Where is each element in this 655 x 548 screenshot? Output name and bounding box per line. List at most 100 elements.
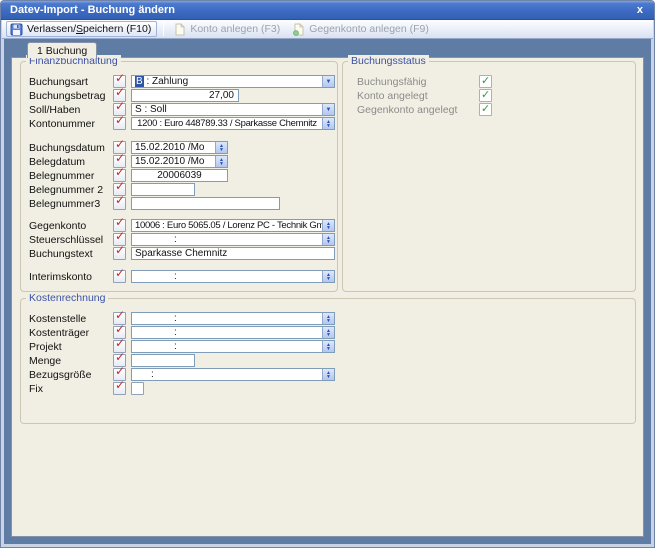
red-check-icon: ✓	[115, 86, 125, 99]
buchungstext-enable-toggle[interactable]: ✓	[113, 247, 126, 260]
red-check-icon: ✓	[115, 180, 125, 193]
spinner-icon[interactable]: ▲▼	[322, 341, 334, 352]
green-check-icon: ✓	[481, 74, 490, 87]
belegnummer-value: 20006039	[132, 170, 227, 181]
buchungsart-label: Buchungsart	[29, 76, 113, 88]
spinner-icon[interactable]: ▲▼	[322, 313, 334, 324]
fix-enable-toggle[interactable]: ✓	[113, 382, 126, 395]
menge-input[interactable]	[131, 354, 195, 367]
belegdatum-value: 15.02.2010 /Mo	[132, 156, 215, 167]
dialog-window: Datev-Import - Buchung ändern x Verlasse…	[0, 0, 655, 548]
buchungsbetrag-input[interactable]: 27,00	[131, 89, 239, 102]
steuerschluessel-value: :	[132, 234, 322, 245]
row-buchungsdatum: Buchungsdatum ✓ 15.02.2010 /Mo ▲▼	[29, 141, 337, 154]
kostenstelle-combo[interactable]: : ▲▼	[131, 312, 335, 325]
konto-angelegt-label: Konto angelegt	[357, 90, 479, 102]
kostentraeger-combo[interactable]: : ▲▼	[131, 326, 335, 339]
interimskonto-label: Interimskonto	[29, 271, 113, 283]
kontonummer-label: Kontonummer	[29, 118, 113, 130]
konto-angelegt-checkbox: ✓	[479, 89, 492, 102]
belegnummer-label: Belegnummer	[29, 170, 113, 182]
interimskonto-enable-toggle[interactable]: ✓	[113, 270, 126, 283]
kostenstelle-label: Kostenstelle	[29, 313, 113, 325]
buchungsbetrag-label: Buchungsbetrag	[29, 90, 113, 102]
kostentraeger-value: :	[132, 327, 322, 338]
buchungstext-label: Buchungstext	[29, 248, 113, 260]
create-konto-label: Konto anlegen (F3)	[190, 23, 280, 35]
toolbar: Verlassen/Speichern (F10) Konto anlegen …	[2, 20, 653, 39]
sollhaben-dropdown[interactable]: S : Soll ▼	[131, 103, 335, 116]
belegdatum-input[interactable]: 15.02.2010 /Mo ▲▼	[131, 155, 228, 168]
buchungsbetrag-value: 27,00	[132, 90, 238, 101]
red-check-icon: ✓	[115, 230, 125, 243]
row-belegnummer: Belegnummer ✓ 20006039	[29, 169, 337, 182]
gegenkonto-angelegt-checkbox: ✓	[479, 103, 492, 116]
fix-checkbox[interactable]	[131, 382, 144, 395]
red-check-icon: ✓	[115, 323, 125, 336]
tab-page-buchung: Finanzbuchhaltung Buchungsart ✓ B : Zahl…	[11, 57, 644, 537]
sollhaben-label: Soll/Haben	[29, 104, 113, 116]
red-check-icon: ✓	[115, 379, 125, 392]
belegnummer2-input[interactable]	[131, 183, 195, 196]
row-buchungstext: Buchungstext ✓ Sparkasse Chemnitz	[29, 247, 337, 260]
spinner-icon[interactable]: ▲▼	[322, 220, 334, 231]
save-exit-button[interactable]: Verlassen/Speichern (F10)	[6, 21, 157, 37]
belegnummer3-enable-toggle[interactable]: ✓	[113, 197, 126, 210]
fix-label: Fix	[29, 383, 113, 395]
red-check-icon: ✓	[115, 244, 125, 257]
menge-label: Menge	[29, 355, 113, 367]
gegenkonto-value: 10006 : Euro 5065.05 / Lorenz PC - Techn…	[132, 220, 322, 231]
row-kontonummer: Kontonummer ✓ 1200 : Euro 448789.33 / Sp…	[29, 117, 337, 130]
spinner-icon[interactable]: ▲▼	[322, 271, 334, 282]
row-buchungsfaehig: Buchungsfähig ✓	[357, 75, 635, 88]
close-icon[interactable]: x	[635, 4, 645, 16]
spinner-icon[interactable]: ▲▼	[322, 369, 334, 380]
belegnummer-input[interactable]: 20006039	[131, 169, 228, 182]
buchungsdatum-value: 15.02.2010 /Mo	[132, 142, 215, 153]
row-gegenkonto-angelegt: Gegenkonto angelegt ✓	[357, 103, 635, 116]
belegnummer2-label: Belegnummer 2	[29, 184, 113, 196]
bezugsgroesse-label: Bezugsgröße	[29, 369, 113, 381]
steuerschluessel-label: Steuerschlüssel	[29, 234, 113, 246]
buchungsfaehig-label: Buchungsfähig	[357, 76, 479, 88]
steuerschluessel-combo[interactable]: : ▲▼	[131, 233, 335, 246]
tab-buchung[interactable]: 1 Buchung	[27, 42, 97, 58]
buchungsart-dropdown[interactable]: B : Zahlung ▼	[131, 75, 335, 88]
kontonummer-value: 1200 : Euro 448789.33 / Sparkasse Chemni…	[132, 118, 322, 129]
buchungsdatum-label: Buchungsdatum	[29, 142, 113, 154]
red-check-icon: ✓	[115, 337, 125, 350]
red-check-icon: ✓	[115, 365, 125, 378]
red-check-icon: ✓	[115, 267, 125, 280]
create-gegenkonto-button: Gegenkonto anlegen (F9)	[289, 21, 434, 37]
spinner-icon[interactable]: ▲▼	[215, 156, 227, 167]
interimskonto-combo[interactable]: : ▲▼	[131, 270, 335, 283]
spinner-icon[interactable]: ▲▼	[322, 327, 334, 338]
bezugsgroesse-combo[interactable]: : ▲▼	[131, 368, 335, 381]
row-fix: Fix ✓	[29, 382, 635, 395]
red-check-icon: ✓	[115, 351, 125, 364]
toolbar-separator	[163, 22, 164, 36]
gegenkonto-combo[interactable]: 10006 : Euro 5065.05 / Lorenz PC - Techn…	[131, 219, 335, 232]
gegenkonto-label: Gegenkonto	[29, 220, 113, 232]
spinner-icon[interactable]: ▲▼	[215, 142, 227, 153]
kontonummer-combo[interactable]: 1200 : Euro 448789.33 / Sparkasse Chemni…	[131, 117, 335, 130]
row-sollhaben: Soll/Haben ✓ S : Soll ▼	[29, 103, 337, 116]
row-steuerschluessel: Steuerschlüssel ✓ : ▲▼	[29, 233, 337, 246]
row-konto-angelegt: Konto angelegt ✓	[357, 89, 635, 102]
kostenstelle-value: :	[132, 313, 322, 324]
belegnummer3-input[interactable]	[131, 197, 280, 210]
projekt-label: Projekt	[29, 341, 113, 353]
new-document-icon	[173, 23, 186, 36]
spinner-icon[interactable]: ▲▼	[322, 234, 334, 245]
dropdown-arrow-icon[interactable]: ▼	[322, 76, 334, 87]
spinner-icon[interactable]: ▲▼	[322, 118, 334, 129]
row-buchungsart: Buchungsart ✓ B : Zahlung ▼	[29, 75, 337, 88]
buchungstext-input[interactable]: Sparkasse Chemnitz	[131, 247, 335, 260]
bezugsgroesse-value: :	[132, 369, 322, 380]
kontonummer-enable-toggle[interactable]: ✓	[113, 117, 126, 130]
buchungsdatum-input[interactable]: 15.02.2010 /Mo ▲▼	[131, 141, 228, 154]
red-check-icon: ✓	[115, 309, 125, 322]
projekt-combo[interactable]: : ▲▼	[131, 340, 335, 353]
row-buchungsbetrag: Buchungsbetrag ✓ 27,00	[29, 89, 337, 102]
dropdown-arrow-icon[interactable]: ▼	[322, 104, 334, 115]
